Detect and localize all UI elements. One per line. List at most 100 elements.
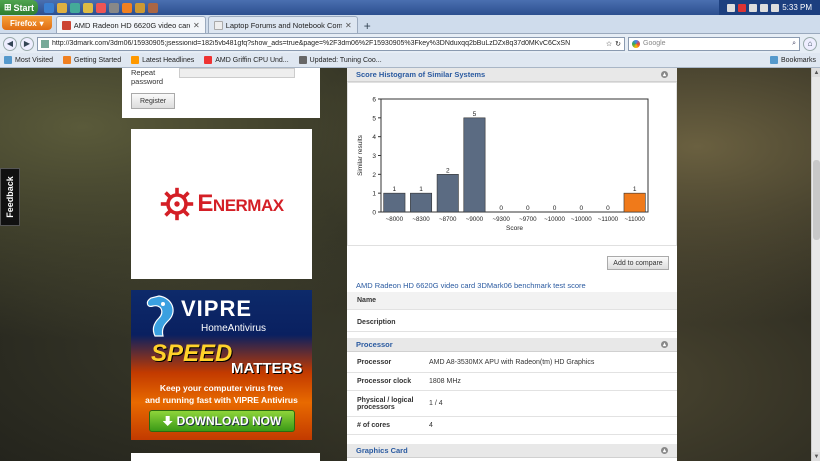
- bookmark-latest-headlines[interactable]: Latest Headlines: [131, 56, 194, 64]
- page-title[interactable]: AMD Radeon HD 6620G video card 3DMark06 …: [356, 281, 586, 290]
- tab-laptop-forums[interactable]: Laptop Forums and Notebook Computer ...✕: [207, 16, 358, 33]
- bookmark-updated-tuning[interactable]: Updated: Tuning Coo...: [298, 56, 382, 64]
- chrome-icon[interactable]: [83, 2, 94, 13]
- media-icon[interactable]: [96, 2, 107, 13]
- x-tick-label: ~8000: [386, 216, 404, 223]
- download-arrow-icon: [162, 416, 173, 426]
- site-identity-icon[interactable]: [41, 39, 49, 48]
- enermax-ad[interactable]: Enermax: [131, 129, 312, 279]
- collapse-icon[interactable]: ▴: [661, 341, 668, 348]
- x-tick-label: ~11000: [624, 216, 645, 223]
- tab-3dmark[interactable]: AMD Radeon HD 6620G video card bench...✕: [55, 16, 206, 33]
- rss-icon: [131, 56, 140, 64]
- collapse-icon[interactable]: ▴: [661, 447, 668, 454]
- processor-row: Processor AMD A8-3530MX APU with Radeon(t…: [347, 353, 677, 373]
- back-button[interactable]: ◀: [3, 36, 17, 51]
- network-icon[interactable]: [760, 3, 769, 12]
- home-icon[interactable]: ⌂: [803, 36, 817, 51]
- tray-icon[interactable]: [749, 3, 758, 12]
- description-row: Description: [347, 314, 677, 332]
- bar-value-label: 5: [473, 111, 477, 118]
- app-icon[interactable]: [70, 2, 81, 13]
- x-tick-label: ~11000: [598, 216, 619, 223]
- bookmark-icon: [769, 56, 778, 64]
- search-icon[interactable]: ⌕: [792, 40, 796, 48]
- name-row: Name: [347, 292, 677, 310]
- y-tick-label: 0: [372, 210, 376, 217]
- bar-value-label: 0: [606, 205, 610, 212]
- url-bar[interactable]: http://3dmark.com/3dm06/15930905;jsessio…: [37, 36, 625, 51]
- histogram-header[interactable]: Score Histogram of Similar Systems ▴: [347, 68, 677, 82]
- bar-value-label: 0: [526, 205, 530, 212]
- processor-header[interactable]: Processor ▴: [347, 338, 677, 352]
- scroll-up-icon[interactable]: ▲: [812, 68, 820, 77]
- scroll-down-icon[interactable]: ▼: [812, 452, 820, 461]
- feedback-tab[interactable]: Feedback: [0, 168, 20, 226]
- histogram-bar: [383, 192, 406, 213]
- vipre-ad[interactable]: VIPRE HomeAntivirus SPEED MATTERS Keep y…: [131, 290, 312, 440]
- quick-launch: [44, 2, 159, 13]
- app2-icon[interactable]: [135, 2, 146, 13]
- cores-row: # of cores 4: [347, 417, 677, 435]
- x-tick-label: ~9300: [492, 216, 510, 223]
- bar-value-label: 0: [499, 205, 503, 212]
- forward-button[interactable]: ▶: [20, 36, 34, 51]
- star-icon[interactable]: ☆: [606, 40, 612, 48]
- repeat-password-field[interactable]: [179, 68, 295, 78]
- close-icon[interactable]: ✕: [345, 21, 352, 30]
- y-tick-label: 4: [372, 134, 376, 141]
- bookmarks-menu[interactable]: Bookmarks: [769, 56, 816, 64]
- favicon-icon: [61, 20, 71, 30]
- enermax-wordmark: Enermax: [197, 190, 284, 217]
- navigation-bar: ◀ ▶ http://3dmark.com/3dm06/15930905;jse…: [0, 34, 820, 53]
- processors-row: Physical / logical processors 1 / 4: [347, 391, 677, 417]
- vipre-line1: Keep your computer virus free: [159, 383, 284, 393]
- bar-value-label: 1: [633, 186, 637, 193]
- system-tray: 5:33 PM: [719, 0, 820, 15]
- new-tab-button[interactable]: +: [360, 19, 375, 33]
- download-now-button[interactable]: DOWNLOAD NOW: [149, 410, 295, 432]
- bar-value-label: 1: [419, 186, 423, 193]
- scrollbar-thumb[interactable]: [813, 160, 820, 240]
- search-input[interactable]: Google ⌕: [628, 36, 800, 51]
- bookmark-most-visited[interactable]: Most Visited: [4, 56, 53, 64]
- sidebar: Repeat password Register Enermax VIPRE H…: [122, 68, 320, 461]
- tray-icon[interactable]: [727, 3, 736, 12]
- y-tick-label: 1: [372, 191, 376, 198]
- bookmark-amd-griffin[interactable]: AMD Griffin CPU Und...: [204, 56, 289, 64]
- tray-icon[interactable]: [738, 3, 747, 12]
- firefox-icon[interactable]: [122, 2, 133, 13]
- close-icon[interactable]: ✕: [193, 21, 200, 30]
- x-tick-label: ~8300: [412, 216, 430, 223]
- x-tick-label: ~9000: [466, 216, 484, 223]
- sidebar-box: [131, 453, 320, 461]
- x-tick-label: ~10000: [544, 216, 565, 223]
- collapse-icon[interactable]: ▴: [661, 71, 668, 78]
- bookmark-getting-started[interactable]: Getting Started: [63, 56, 121, 64]
- graphics-card-header[interactable]: Graphics Card ▴: [347, 444, 677, 458]
- page-scrollbar[interactable]: ▲ ▼: [811, 68, 820, 461]
- clock[interactable]: 5:33 PM: [782, 3, 812, 12]
- add-to-compare-button[interactable]: Add to compare: [607, 256, 669, 270]
- browser-icon[interactable]: [44, 2, 55, 13]
- histogram-bar: [410, 192, 433, 213]
- y-tick-label: 3: [372, 153, 376, 160]
- bar-value-label: 0: [579, 205, 583, 212]
- histogram-svg: 0 1 2 3 4 5 6 1 ~8000 1 ~8300 2 ~8700 5 ~9000 0 ~9300 0 ~9…: [357, 97, 649, 232]
- firefox-menu-button[interactable]: Firefox ▾: [2, 16, 52, 30]
- repeat-password-label: Repeat password: [131, 68, 164, 86]
- vipre-sub: HomeAntivirus: [201, 323, 267, 334]
- register-button[interactable]: Register: [131, 93, 176, 109]
- folder-icon[interactable]: [57, 2, 68, 13]
- bookmarks-toolbar: Most Visited Getting Started Latest Head…: [0, 53, 820, 68]
- y-tick-label: 6: [372, 97, 376, 104]
- volume-icon[interactable]: [771, 3, 780, 12]
- page-icon: [298, 56, 307, 64]
- processor-clock-row: Processor clock 1808 MHz: [347, 373, 677, 391]
- settings-icon[interactable]: [109, 2, 120, 13]
- y-tick-label: 2: [372, 172, 376, 179]
- reload-icon[interactable]: ↻: [615, 40, 621, 48]
- app3-icon[interactable]: [148, 2, 159, 13]
- start-button[interactable]: ⊞ Start: [0, 0, 39, 15]
- windows-icon: ⊞: [4, 2, 12, 12]
